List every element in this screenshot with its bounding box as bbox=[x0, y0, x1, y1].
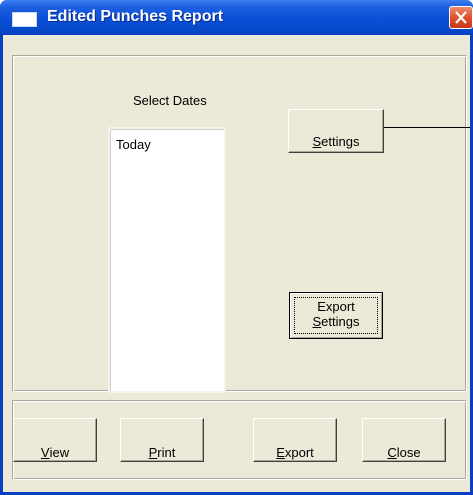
export-button-label: Export bbox=[276, 445, 314, 460]
dialog-body: Select Dates Today Settings Export Setti… bbox=[3, 35, 470, 492]
report-window: Edited Punches Report Select Dates Today… bbox=[0, 0, 473, 495]
export-settings-button[interactable]: Export Settings bbox=[289, 292, 383, 339]
close-icon bbox=[455, 11, 467, 24]
export-settings-line2: Settings bbox=[312, 314, 360, 329]
window-icon bbox=[12, 12, 37, 27]
title-bar[interactable]: Edited Punches Report bbox=[0, 0, 473, 35]
close-window-button[interactable] bbox=[449, 6, 473, 29]
window-title: Edited Punches Report bbox=[47, 8, 224, 25]
close-button-label: Close bbox=[387, 445, 421, 460]
select-dates-label: Select Dates bbox=[133, 93, 207, 108]
view-button-label: View bbox=[40, 445, 70, 460]
options-group bbox=[12, 55, 467, 392]
export-settings-line1: Export bbox=[317, 299, 355, 314]
print-button-label: Print bbox=[148, 445, 176, 460]
close-button[interactable]: Close bbox=[362, 418, 446, 462]
export-button[interactable]: Export bbox=[253, 418, 337, 462]
settings-button[interactable]: Settings bbox=[288, 109, 384, 153]
export-settings-label: Export Settings bbox=[290, 299, 382, 329]
settings-button-label: Settings bbox=[312, 134, 360, 149]
print-button[interactable]: Print bbox=[120, 418, 204, 462]
list-item[interactable]: Today bbox=[116, 137, 151, 152]
leader-line bbox=[384, 127, 470, 128]
dates-listbox[interactable]: Today bbox=[108, 127, 226, 393]
view-button[interactable]: View bbox=[13, 418, 97, 462]
